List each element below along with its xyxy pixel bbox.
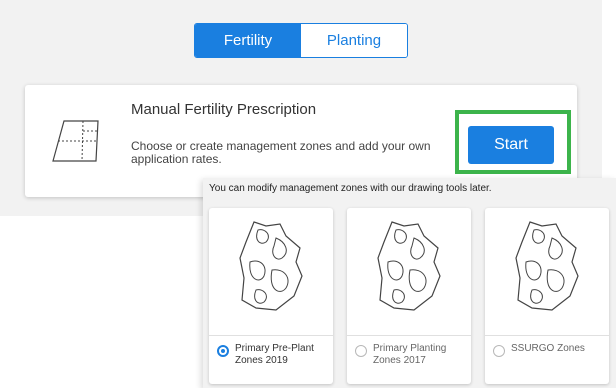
zone-map-icon xyxy=(515,221,579,311)
card-title: Manual Fertility Prescription xyxy=(131,101,317,118)
zone-card-divider xyxy=(485,335,609,336)
zone-option-ssurgo[interactable]: SSURGO Zones xyxy=(485,208,609,384)
zone-label-ssurgo: SSURGO Zones xyxy=(511,343,585,354)
toggle-planting[interactable]: Planting xyxy=(301,24,407,57)
card-description: Choose or create management zones and ad… xyxy=(131,139,431,166)
zone-card-divider xyxy=(209,335,333,336)
zone-radio-primary-pre-plant[interactable] xyxy=(217,345,229,357)
zone-option-primary-pre-plant[interactable]: Primary Pre-Plant Zones 2019 xyxy=(209,208,333,384)
zones-popover: You can modify management zones with our… xyxy=(203,178,616,388)
zone-radio-ssurgo[interactable] xyxy=(493,345,505,357)
toggle-fertility[interactable]: Fertility xyxy=(195,24,301,57)
prescription-type-toggle: Fertility Planting xyxy=(194,23,408,58)
zone-option-primary-planting[interactable]: Primary Planting Zones 2017 xyxy=(347,208,471,384)
zone-map-icon xyxy=(377,221,441,311)
zone-label-primary-planting: Primary Planting Zones 2017 xyxy=(373,343,447,366)
zones-hint-text: You can modify management zones with our… xyxy=(209,183,492,194)
zone-card-divider xyxy=(347,335,471,336)
zone-radio-primary-planting[interactable] xyxy=(355,345,367,357)
start-button[interactable]: Start xyxy=(468,126,554,164)
zone-label-primary-pre-plant: Primary Pre-Plant Zones 2019 xyxy=(235,343,314,366)
zone-map-icon xyxy=(239,221,303,311)
field-grid-icon xyxy=(52,120,99,162)
